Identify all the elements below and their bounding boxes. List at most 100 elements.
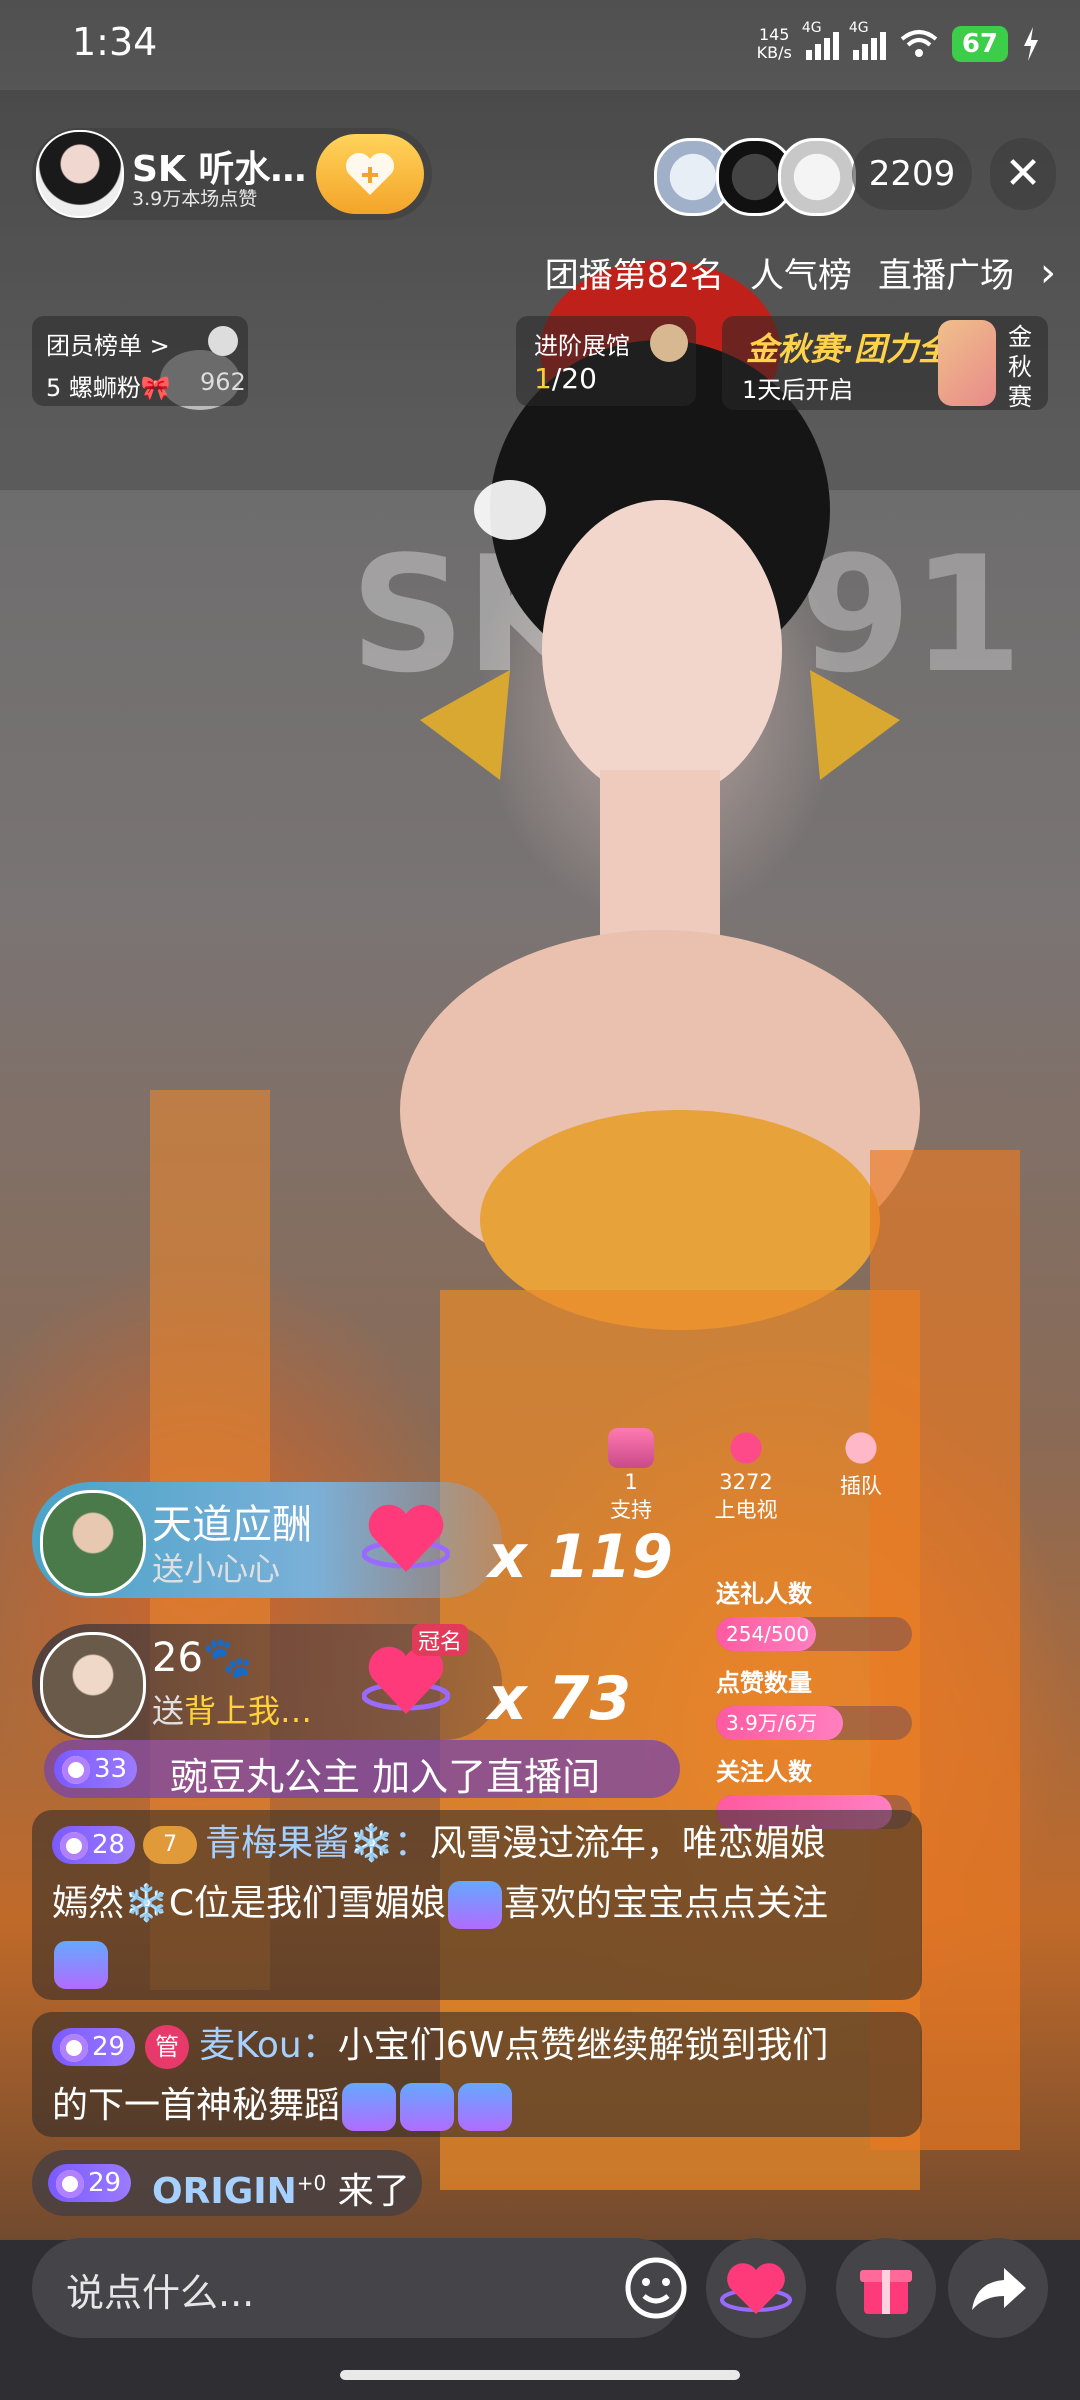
gifter-avatar[interactable] — [40, 1490, 146, 1596]
live-stream-screen: SK 91 1:34 145 KB/s 4G 4G 67 SK 听水… 3.9万… — [0, 0, 1080, 2400]
chat-text: 小宝们6W点赞继续解锁到我们 — [337, 2025, 829, 2066]
gift-multiplier: x 119 — [488, 1522, 673, 1592]
gem-icon — [56, 2169, 84, 2198]
gem-icon — [60, 1831, 88, 1860]
host-avatar[interactable] — [36, 130, 124, 218]
support-widget[interactable]: 1 支持 — [586, 1428, 676, 1524]
member-ranking-title: 团员榜单 > — [46, 332, 170, 360]
top-viewers[interactable] — [654, 138, 856, 216]
close-button[interactable]: ✕ — [990, 138, 1056, 210]
chat-text: 风雪漫过流年，唯恋媚娘 — [429, 1823, 826, 1864]
cat-emoji-icon — [447, 1881, 502, 1929]
share-button[interactable] — [948, 2238, 1048, 2338]
viewer-count[interactable]: 2209 — [852, 138, 972, 210]
admin-badge: 管 — [145, 2025, 190, 2069]
emoji-icon[interactable] — [622, 2254, 690, 2322]
join-notice: 33 豌豆丸公主 加入了直播间 — [44, 1740, 680, 1799]
comment-input[interactable]: 说点什么... — [32, 2238, 687, 2338]
queue-widget[interactable]: 插队 — [816, 1428, 906, 1500]
arrival-notice: 29 ORIGIN+0 来了 — [32, 2150, 422, 2216]
gifter-name: 天道应酬 — [152, 1502, 312, 1548]
chat-message[interactable]: 28 7 青梅果酱❄️：风雪漫过流年，唯恋媚娘 嫣然❄️C位是我们雪媚娘 喜欢的宝宝点… — [32, 1810, 922, 2000]
network-speed: 145 KB/s — [756, 25, 792, 62]
event-side-label: 金秋赛 — [1008, 323, 1032, 411]
host-info[interactable]: SK 听水… 3.9万本场点赞 — [32, 128, 432, 220]
tv-widget[interactable]: 3272 上电视 — [696, 1428, 796, 1524]
share-icon — [972, 2268, 1026, 2310]
progress-bar: 254/500 — [716, 1617, 912, 1651]
host-likes: 3.9万本场点赞 — [132, 188, 258, 210]
gift-button[interactable] — [836, 2238, 936, 2338]
gift-banner[interactable]: 天道应酬 送小心心 — [32, 1482, 502, 1598]
chat-message[interactable]: 29 管麦Kou：小宝们6W点赞继续解锁到我们 的下一首神秘舞蹈 — [32, 2012, 922, 2137]
viewer-avatar[interactable] — [778, 138, 856, 216]
level-badge: 29 — [52, 2028, 136, 2066]
heart-icon — [723, 1428, 769, 1468]
fan-count: 962 — [200, 368, 246, 396]
battery-indicator: 67 — [951, 26, 1008, 62]
heart-icon — [720, 2263, 792, 2314]
gem-icon — [62, 1755, 90, 1784]
join-text: 豌豆丸公主 加入了直播间 — [170, 1755, 601, 1799]
svg-text:91: 91 — [800, 521, 1023, 708]
home-indicator[interactable] — [340, 2370, 740, 2380]
gem-icon — [60, 2033, 88, 2062]
cat-emoji-icon — [54, 1941, 108, 1989]
comment-placeholder: 说点什么... — [66, 2271, 255, 2315]
heart-gift-icon — [362, 1504, 450, 1572]
fan-badge: 7 — [143, 1826, 198, 1864]
wifi-icon — [900, 30, 938, 57]
gallery-avatar — [650, 324, 688, 362]
gift-icon — [860, 2270, 912, 2314]
level-badge: 33 — [54, 1750, 138, 1788]
progress-bar: 3.9万/6万 — [716, 1706, 912, 1740]
gifter-avatar[interactable] — [40, 1632, 146, 1738]
gallery-title: 进阶展馆 — [534, 332, 630, 360]
music-note-icon — [938, 320, 996, 406]
member-avatar — [208, 326, 238, 356]
chat-text: 喜欢的宝宝点点关注 — [503, 1883, 828, 1924]
follow-button[interactable] — [316, 134, 424, 214]
member-ranking-card[interactable]: 团员榜单 > 5 螺蛳粉🎀 962 — [32, 316, 248, 406]
charging-icon — [1024, 27, 1038, 61]
system-indicators: 145 KB/s 4G 4G 67 — [756, 20, 1040, 66]
stat-label: 关注人数 — [716, 1758, 812, 1786]
tv-icon — [608, 1428, 654, 1468]
signal-icon: 4G — [802, 20, 839, 60]
goal-stats: 送礼人数 254/500 点赞数量 3.9万/6万 关注人数 — [716, 1562, 916, 1829]
chat-text: 嫣然❄️C位是我们雪媚娘 — [52, 1883, 446, 1924]
chat-text: 的下一首神秘舞蹈 — [52, 2085, 341, 2126]
cat-emoji-icon — [342, 2083, 397, 2131]
arrival-text: 来了 — [337, 2171, 410, 2212]
chat-username[interactable]: 麦Kou： — [199, 2025, 338, 2066]
cat-emoji-icon — [400, 2083, 455, 2131]
live-plaza-link[interactable]: 直播广场 — [878, 248, 1014, 297]
balloon-icon — [838, 1428, 884, 1468]
gift-multiplier: x 73 — [488, 1664, 632, 1734]
event-subtitle: 1天后开启 — [742, 376, 854, 404]
level-badge: 29 — [48, 2164, 132, 2202]
level-badge: 28 — [52, 1826, 136, 1864]
status-bar: 1:34 145 KB/s 4G 4G 67 — [0, 0, 1080, 90]
chat-username[interactable]: 青梅果酱❄️： — [205, 1823, 430, 1864]
clock: 1:34 — [72, 20, 158, 64]
gifter-name: 26🐾 — [152, 1635, 253, 1681]
heart-plus-icon — [345, 152, 395, 195]
event-card[interactable]: 金秋赛·团力全开 1天后开启 金秋赛 — [722, 316, 1048, 411]
gift-desc: 送背上我… — [152, 1692, 313, 1730]
naming-tag: 冠名 — [412, 1624, 469, 1656]
gift-banner[interactable]: 26🐾 送背上我… 冠名 — [32, 1624, 502, 1740]
stat-label: 送礼人数 — [716, 1580, 812, 1608]
arrival-username[interactable]: ORIGIN — [152, 2171, 297, 2212]
svg-text:SK: SK — [350, 521, 594, 708]
chevron-right-icon[interactable]: › — [1040, 250, 1056, 296]
group-rank[interactable]: 团播第82名 — [545, 248, 724, 297]
popularity-chart[interactable]: 人气榜 — [750, 248, 852, 297]
gift-desc: 送小心心 — [152, 1550, 281, 1588]
support-widgets: 1 支持 3272 上电视 插队 — [586, 1428, 906, 1522]
gallery-card[interactable]: 进阶展馆 1/20 — [516, 316, 696, 406]
signal-icon: 4G — [849, 20, 886, 60]
cat-emoji-icon — [458, 2083, 513, 2131]
gallery-progress: 1/20 — [534, 362, 597, 395]
like-button[interactable] — [706, 2238, 806, 2338]
